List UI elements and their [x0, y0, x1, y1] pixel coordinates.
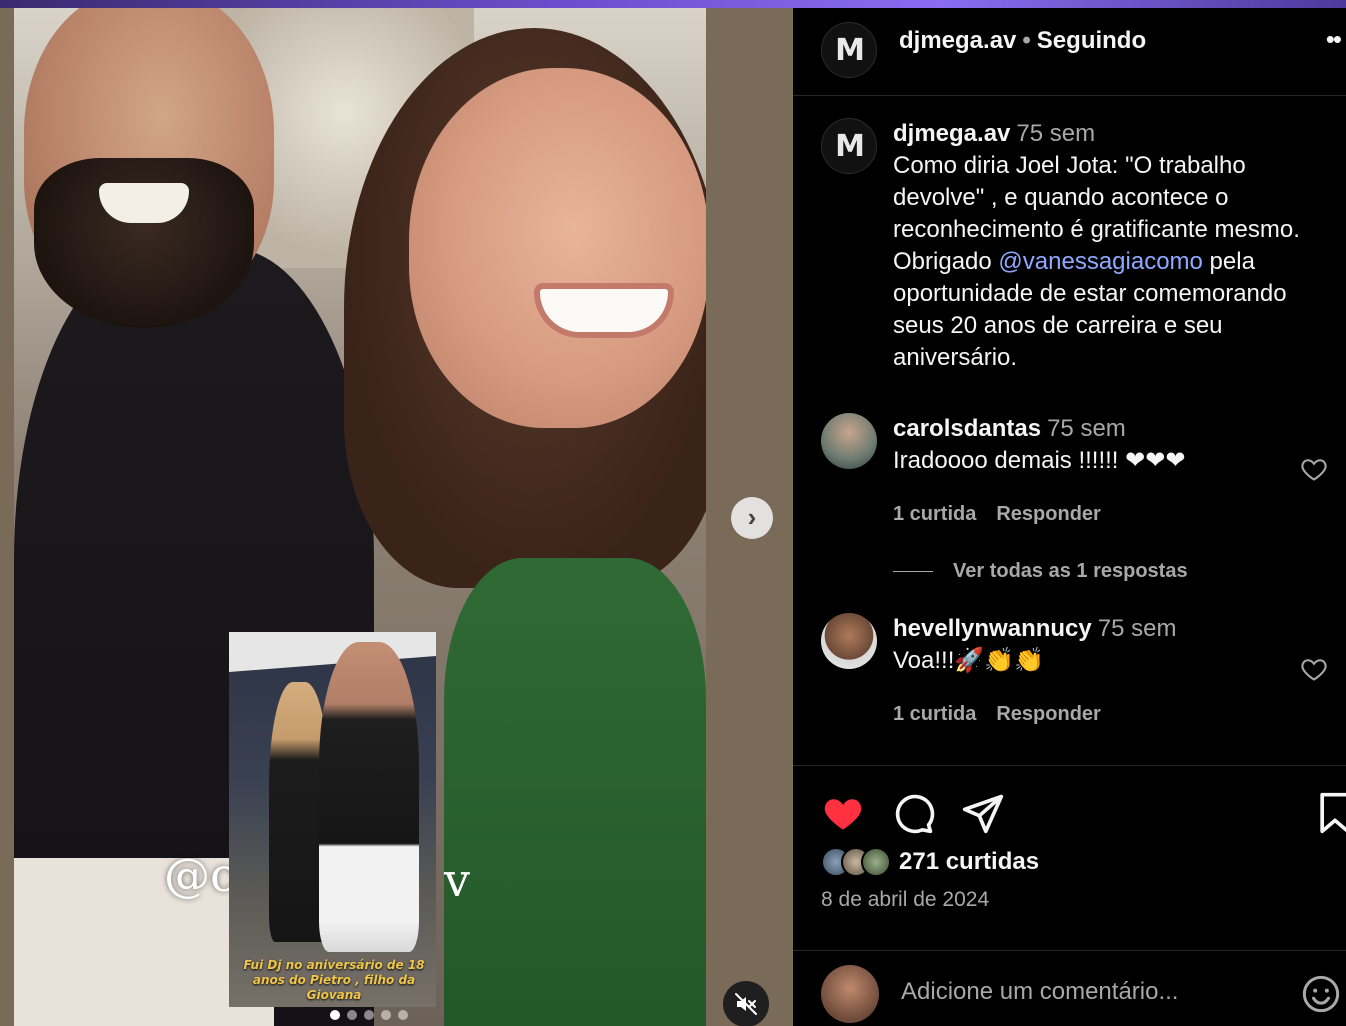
- comment-text: Voa!!!🚀👏👏: [893, 647, 1045, 674]
- commenter-avatar[interactable]: [821, 613, 877, 669]
- photo-mention-text-left: @c: [164, 848, 236, 902]
- header-separator-dot: •: [1022, 27, 1031, 54]
- comment-like-heart-icon[interactable]: [1300, 655, 1328, 683]
- carousel-dot[interactable]: [330, 1010, 340, 1020]
- photo-woman-face: [409, 68, 706, 428]
- comment-likes-count[interactable]: 1 curtida: [893, 503, 976, 525]
- comment-meta: 1 curtida Responder: [893, 503, 1121, 526]
- commenter-avatar[interactable]: [821, 413, 877, 469]
- carousel-dot[interactable]: [381, 1010, 391, 1020]
- save-bookmark-icon[interactable]: [1313, 791, 1346, 835]
- more-options-icon[interactable]: ••: [1326, 24, 1342, 55]
- replies-divider-line: [893, 571, 933, 572]
- comment-like-heart-icon[interactable]: [1300, 455, 1328, 483]
- carousel-dot[interactable]: [347, 1010, 357, 1020]
- photo-man-smile: [99, 183, 189, 223]
- next-slide-button[interactable]: ›: [731, 497, 773, 539]
- post-header: M djmega.av • Seguindo ••: [793, 8, 1346, 96]
- following-button[interactable]: Seguindo: [1037, 27, 1146, 54]
- likes-count[interactable]: 271 curtidas: [899, 848, 1039, 876]
- post-side-panel: M djmega.av • Seguindo •• M djmega.av 75 se…: [793, 8, 1346, 1026]
- actions-divider: [793, 765, 1346, 766]
- comment-reply-button[interactable]: Responder: [996, 503, 1100, 525]
- caption-mention-link[interactable]: @vanessagiacomo: [998, 248, 1202, 275]
- caption-logo-letter: M: [835, 128, 865, 164]
- speaker-muted-icon: [735, 993, 757, 1015]
- carousel-dots: [330, 1010, 408, 1020]
- caption-time: 75 sem: [1016, 120, 1096, 147]
- share-send-icon[interactable]: [961, 791, 1005, 835]
- inset-story-photo: Fui Dj no aniversário de 18 anos do Piet…: [229, 632, 436, 1007]
- comment-body: hevellynwannucy 75 sem Voa!!!🚀👏👏: [893, 613, 1333, 677]
- comment-likes-count[interactable]: 1 curtida: [893, 703, 976, 725]
- caption-body: djmega.av 75 sem Como diria Joel Jota: "O…: [893, 118, 1333, 374]
- view-replies-button[interactable]: Ver todas as 1 respostas: [893, 560, 1188, 583]
- current-user-avatar: [821, 965, 879, 1023]
- comment-meta: 1 curtida Responder: [893, 703, 1121, 726]
- comment-username[interactable]: hevellynwannucy: [893, 615, 1092, 642]
- comment-time: 75 sem: [1097, 615, 1177, 642]
- inset-caption: Fui Dj no aniversário de 18 anos do Piet…: [243, 958, 425, 1002]
- likes-summary[interactable]: 271 curtidas: [821, 847, 1039, 877]
- author-avatar[interactable]: M: [821, 22, 877, 78]
- photo-woman-green-dress: [444, 558, 706, 1026]
- liked-heart-icon[interactable]: [821, 791, 865, 835]
- add-comment-input[interactable]: Adicione um comentário...: [901, 978, 1178, 1006]
- comment-time: 75 sem: [1047, 415, 1126, 442]
- comment-reply-button[interactable]: Responder: [996, 703, 1100, 725]
- comment-text: Iradoooo demais !!!!!! ❤❤❤: [893, 447, 1186, 474]
- author-logo-letter: M: [835, 32, 865, 68]
- inset-man: [319, 642, 419, 952]
- comment-username[interactable]: carolsdantas: [893, 415, 1041, 442]
- caption-username[interactable]: djmega.av: [893, 120, 1010, 147]
- photo-mention-text-right: v: [444, 853, 470, 907]
- carousel-dot[interactable]: [398, 1010, 408, 1020]
- mute-toggle-button[interactable]: [723, 981, 769, 1026]
- post-date: 8 de abril de 2024: [821, 888, 990, 911]
- header-user-line: djmega.av • Seguindo: [899, 27, 1146, 55]
- comment-body: carolsdantas 75 sem Iradoooo demais !!!!!…: [893, 413, 1333, 477]
- header-username[interactable]: djmega.av: [899, 27, 1016, 54]
- post-media-panel[interactable]: @c v Fui Dj no aniversário de 18 anos do…: [0, 8, 793, 1026]
- liker-avatar: [861, 847, 891, 877]
- window-top-gradient-bar: [0, 0, 1346, 8]
- carousel-dot[interactable]: [364, 1010, 374, 1020]
- comment-bubble-icon[interactable]: [891, 791, 935, 835]
- photo-woman-smile: [534, 283, 674, 338]
- add-comment-divider: [793, 950, 1346, 951]
- caption-author-avatar[interactable]: M: [821, 118, 877, 174]
- view-replies-label: Ver todas as 1 respostas: [953, 560, 1188, 582]
- emoji-picker-icon[interactable]: [1301, 974, 1341, 1014]
- inset-tent-roof: [229, 632, 436, 672]
